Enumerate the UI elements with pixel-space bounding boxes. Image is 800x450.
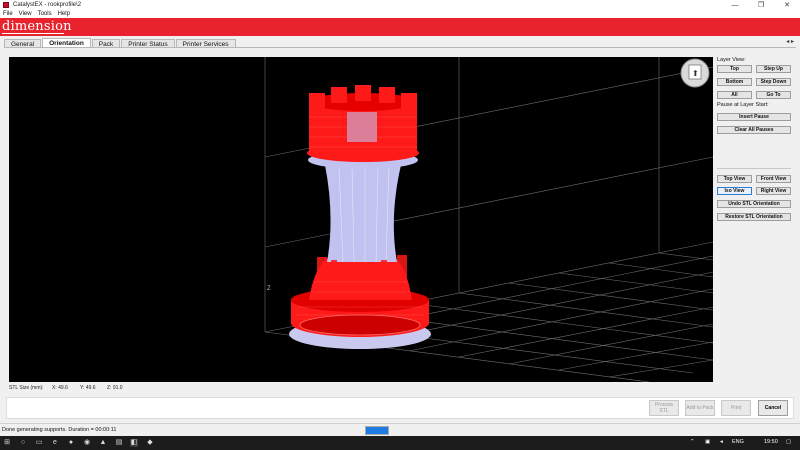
dimension-logo: dimension	[2, 19, 72, 34]
stl-size-label: STL Size (mm):	[9, 385, 44, 391]
progress-bar	[365, 426, 389, 435]
language-indicator[interactable]: ENG	[732, 439, 744, 445]
clock[interactable]: 19:50	[764, 439, 778, 445]
chrome-icon[interactable]: ◉	[83, 439, 91, 447]
layer-bottom-button[interactable]: Bottom	[717, 78, 752, 86]
catalystex-window: CatalystEX - rookprofile\2 — ❐ ✕ File Vi…	[0, 0, 800, 450]
volume-icon[interactable]: ◂	[720, 439, 723, 445]
progress-fill	[366, 427, 388, 434]
print-button[interactable]: Print	[721, 400, 751, 416]
catalystex-icon[interactable]: ◧	[130, 439, 138, 447]
tab-scroll-arrows[interactable]: ◂ ▸	[786, 38, 794, 45]
layer-view-panel: Layer View: Top Step Up Bottom Step Down…	[715, 56, 795, 226]
menu-tools[interactable]: Tools	[38, 11, 52, 17]
menu-help[interactable]: Help	[58, 11, 70, 17]
viewport-canvas: Z ⬆	[264, 57, 713, 382]
window-controls: — ❐ ✕	[722, 0, 800, 10]
network-icon[interactable]: ▣	[705, 439, 710, 445]
app-logo-icon	[3, 2, 9, 8]
stl-size-x: X: 49.6	[52, 385, 68, 391]
right-view-button[interactable]: Right View	[756, 187, 791, 195]
chart-app-icon[interactable]: ▤	[115, 439, 123, 447]
minimize-icon[interactable]: —	[722, 0, 748, 10]
panel-separator	[717, 168, 791, 169]
layer-top-button[interactable]: Top	[717, 65, 752, 73]
iso-view-button[interactable]: Iso View	[717, 187, 752, 195]
menu-file[interactable]: File	[3, 11, 13, 17]
model-viewport[interactable]: Z ⬆	[9, 57, 713, 382]
navcube-rook-icon: ⬆	[692, 69, 699, 78]
windows-taskbar: ⊞ ○ ▭ e ● ◉ ▲ ▤ ◧ ◆ ⌃ ▣ ◂ ENG 19:50 ▢	[0, 436, 800, 450]
step-down-button[interactable]: Step Down	[756, 78, 791, 86]
undo-stl-orientation-button[interactable]: Undo STL Orientation	[717, 200, 791, 208]
tab-divider	[4, 47, 796, 48]
restore-stl-orientation-button[interactable]: Restore STL Orientation	[717, 213, 791, 221]
status-message: Done generating supports. Duration = 00:…	[2, 427, 117, 433]
step-up-button[interactable]: Step Up	[756, 65, 791, 73]
stl-size-y: Y: 49.6	[80, 385, 96, 391]
windows-start-icon[interactable]: ⊞	[3, 439, 11, 447]
go-to-button[interactable]: Go To	[756, 91, 791, 99]
menu-bar: File View Tools Help	[0, 10, 800, 18]
app-icon[interactable]: ▲	[99, 439, 107, 447]
stl-size-z: Z: 91.0	[107, 385, 123, 391]
title-bar: CatalystEX - rookprofile\2 — ❐ ✕	[0, 0, 800, 10]
brand-banner: dimension	[0, 18, 800, 36]
tray-chevron-icon[interactable]: ⌃	[690, 439, 695, 445]
layer-all-button[interactable]: All	[717, 91, 752, 99]
file-explorer-icon[interactable]: ▭	[35, 439, 43, 447]
maximize-icon[interactable]: ❐	[748, 0, 774, 10]
front-view-button[interactable]: Front View	[756, 175, 791, 183]
menu-view[interactable]: View	[19, 11, 32, 17]
close-icon[interactable]: ✕	[774, 0, 800, 10]
window-title: CatalystEX - rookprofile\2	[13, 2, 82, 8]
insert-pause-button[interactable]: Insert Pause	[717, 113, 791, 121]
cancel-button[interactable]: Cancel	[758, 400, 788, 416]
search-icon[interactable]: ○	[19, 439, 27, 447]
app-icon-2[interactable]: ◆	[146, 439, 154, 447]
notifications-icon[interactable]: ▢	[786, 439, 791, 445]
logo-underline	[2, 33, 64, 34]
rook-model	[289, 85, 431, 349]
z-axis-label: Z	[267, 286, 271, 292]
layer-view-label: Layer View:	[717, 57, 746, 63]
clear-all-pauses-button[interactable]: Clear All Pauses	[717, 126, 791, 134]
top-view-button[interactable]: Top View	[717, 175, 752, 183]
add-to-pack-button[interactable]: Add to Pack	[685, 400, 715, 416]
status-bar: Done generating supports. Duration = 00:…	[0, 423, 800, 436]
firefox-icon[interactable]: ●	[67, 439, 75, 447]
pause-label: Pause at Layer Start:	[717, 102, 769, 108]
process-stl-button[interactable]: Process STL	[649, 400, 679, 416]
edge-icon[interactable]: e	[51, 439, 59, 447]
